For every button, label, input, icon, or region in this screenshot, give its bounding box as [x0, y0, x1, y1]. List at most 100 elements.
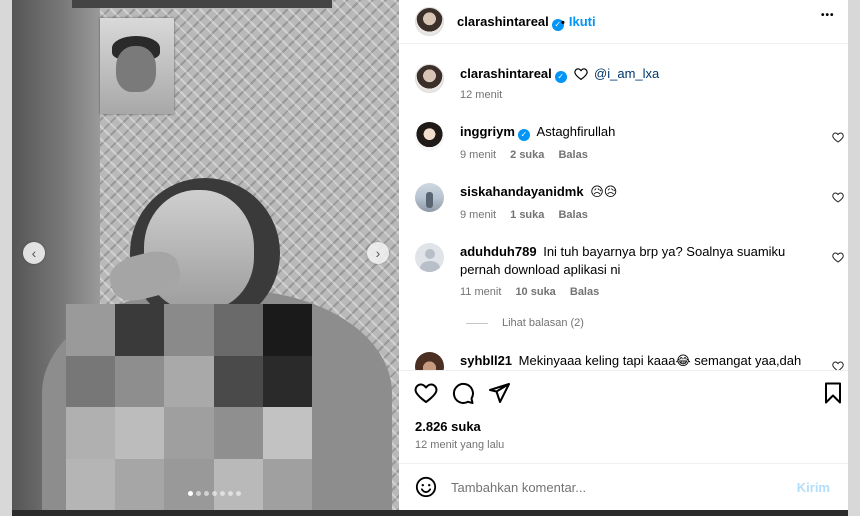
comment-body: siskahandayanidmk 😥😥 — [460, 183, 617, 201]
censor-pixel-block — [66, 304, 116, 356]
censor-pixel-block — [115, 355, 165, 407]
comment-avatar[interactable] — [415, 352, 444, 370]
comment-username[interactable]: syhbll21 — [460, 353, 512, 368]
censor-pixel-block — [66, 458, 116, 510]
default-avatar-icon[interactable] — [415, 243, 444, 272]
comment-like-heart-icon[interactable] — [832, 360, 844, 370]
slide-dot — [228, 491, 233, 496]
comment-partial-clip: syhbll21 Mekinyaaa keling tapi kaaa😂 sem… — [399, 340, 848, 370]
comment-text: Astaghfirullah — [536, 124, 616, 139]
censor-pixel-block — [164, 458, 214, 510]
slide-dot — [196, 491, 201, 496]
caption-author[interactable]: clarashintareal — [460, 66, 552, 81]
backdrop-left — [0, 0, 12, 516]
verified-badge-icon: ✓ — [517, 129, 530, 141]
comment-text: Mekinyaaa keling tapi kaaa😂 semangat yaa… — [518, 353, 802, 368]
prev-slide-button[interactable]: ‹ — [23, 242, 45, 264]
more-options-icon[interactable]: ••• — [821, 10, 835, 21]
slide-dot — [188, 491, 193, 496]
comment-meta: 11 menit 10 suka Balas — [460, 286, 599, 298]
author-username-text[interactable]: clarashintareal — [457, 14, 549, 29]
author-username[interactable]: clarashintareal ✓ — [457, 14, 564, 31]
censor-pixel-block — [213, 355, 263, 407]
bookmark-icon[interactable] — [821, 381, 845, 405]
caption-mention[interactable]: @i_am_lxa — [594, 66, 659, 81]
censor-pixel-block — [262, 407, 312, 459]
censor-pixel-block — [115, 304, 165, 356]
comment-time[interactable]: 11 menit — [460, 286, 501, 298]
censor-pixel-block — [164, 355, 214, 407]
caption-heart-icon — [574, 68, 589, 81]
instagram-post-modal: ‹ › clarashintareal ✓ • Ikuti ••• clarashi… — [0, 0, 860, 516]
follow-button[interactable]: • Ikuti — [561, 14, 596, 29]
media-wall-photo — [100, 18, 174, 114]
reply-button[interactable]: Balas — [570, 286, 599, 298]
author-avatar[interactable] — [415, 7, 444, 36]
avatar-shoulders — [420, 261, 440, 272]
censor-pixel-block — [262, 458, 312, 510]
post-header: clarashintareal ✓ • Ikuti ••• — [399, 0, 848, 44]
reply-button[interactable]: Balas — [558, 209, 587, 221]
comment-username[interactable]: aduhduh789 — [460, 244, 537, 259]
censor-pixel-block — [66, 407, 116, 459]
reply-button[interactable]: Balas — [558, 149, 587, 161]
censor-pixel-block — [213, 304, 263, 356]
smiley-icon[interactable] — [415, 476, 437, 498]
caption-line: clarashintareal ✓ @i_am_lxa — [460, 66, 659, 83]
view-replies-line — [466, 322, 488, 324]
media-frame-top — [72, 0, 332, 8]
post-comment-button[interactable]: Kirim — [797, 480, 830, 495]
comment-meta: 9 menit 1 suka Balas — [460, 209, 588, 221]
header-separator: • — [561, 17, 565, 29]
comment-time[interactable]: 9 menit — [460, 149, 496, 161]
comment-like-heart-icon[interactable] — [832, 251, 844, 263]
comment-avatar[interactable] — [415, 122, 444, 151]
likes-count[interactable]: 2.826 suka — [415, 419, 481, 434]
post-time-ago[interactable]: 12 menit yang lalu — [415, 439, 504, 451]
comment-likes[interactable]: 10 suka — [515, 286, 555, 298]
censor-pixel-block — [262, 304, 312, 356]
avatar-head — [425, 249, 435, 259]
follow-label[interactable]: Ikuti — [569, 14, 596, 29]
censor-pixel-block — [164, 304, 214, 356]
heart-icon[interactable] — [414, 381, 438, 405]
censor-pixelation — [66, 304, 312, 510]
post-side-panel: clarashintareal ✓ • Ikuti ••• clarashintar… — [399, 0, 848, 510]
censor-pixel-block — [115, 458, 165, 510]
comment-likes[interactable]: 2 suka — [510, 149, 544, 161]
comment-text: 😥😥 — [590, 184, 618, 199]
next-slide-button[interactable]: › — [367, 242, 389, 264]
post-actions: 2.826 suka 12 menit yang lalu Kirim — [399, 370, 848, 510]
censor-pixel-block — [115, 407, 165, 459]
view-replies-label[interactable]: Lihat balasan (2) — [502, 317, 584, 329]
backdrop-right — [848, 0, 860, 516]
caption-time[interactable]: 12 menit — [460, 89, 502, 101]
comment-body: inggriym ✓ Astaghfirullah — [460, 123, 615, 141]
comment-input[interactable] — [451, 476, 771, 498]
slide-dot — [220, 491, 225, 496]
slide-dot — [236, 491, 241, 496]
caption-author-avatar[interactable] — [415, 64, 444, 93]
comment-username[interactable]: siskahandayanidmk — [460, 184, 584, 199]
censor-pixel-block — [213, 458, 263, 510]
comment-likes[interactable]: 1 suka — [510, 209, 544, 221]
comment-meta: 9 menit 2 suka Balas — [460, 149, 588, 161]
comment-body: aduhduh789 Ini tuh bayarnya brp ya? Soal… — [460, 243, 800, 279]
comment-username[interactable]: inggriym — [460, 124, 515, 139]
verified-badge-icon: ✓ — [554, 71, 567, 83]
view-replies-button[interactable]: Lihat balasan (2) — [466, 317, 584, 329]
poster-face — [116, 46, 156, 92]
comment-like-heart-icon[interactable] — [832, 131, 844, 143]
comment-icon[interactable] — [451, 381, 475, 405]
comment-time[interactable]: 9 menit — [460, 209, 496, 221]
censor-pixel-block — [164, 407, 214, 459]
slide-dot — [212, 491, 217, 496]
slide-indicator — [188, 491, 241, 496]
send-icon[interactable] — [487, 381, 511, 405]
slide-dot — [204, 491, 209, 496]
comment-avatar[interactable] — [415, 183, 444, 212]
post-media[interactable]: ‹ › — [12, 0, 399, 510]
comment-composer: Kirim — [399, 463, 848, 511]
censor-pixel-block — [262, 355, 312, 407]
comment-like-heart-icon[interactable] — [832, 191, 844, 203]
